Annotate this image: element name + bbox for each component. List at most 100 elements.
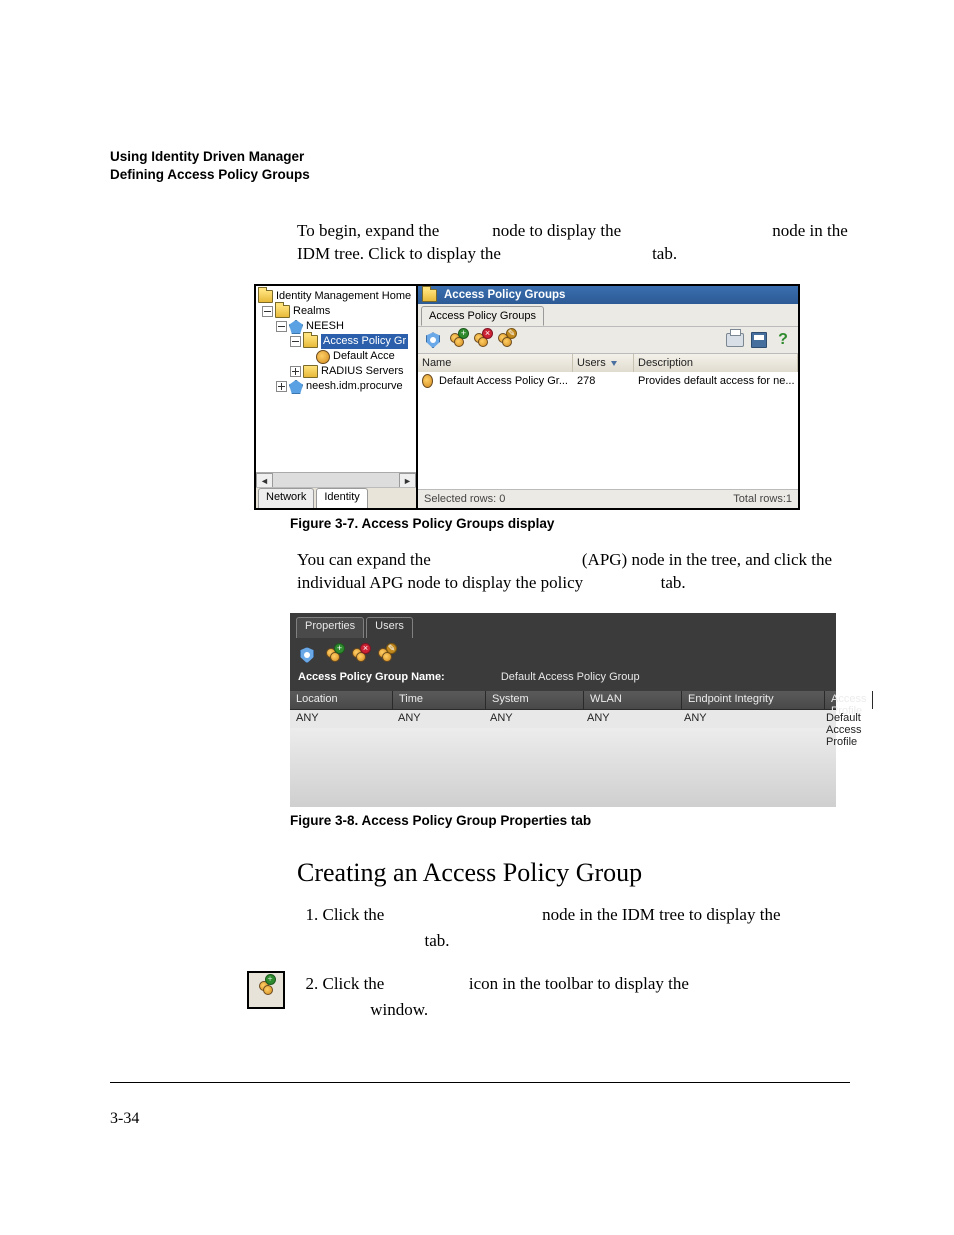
realm-icon <box>289 380 303 394</box>
refresh-policies-icon[interactable] <box>424 331 442 349</box>
status-total-rows: Total rows:1 <box>733 493 792 505</box>
nav-tree[interactable]: Identity Management Home Realms NEESH <box>256 286 416 394</box>
column-name[interactable]: Name <box>418 354 573 372</box>
column-access-profile[interactable]: Access Profile <box>825 691 873 709</box>
apg-node-name: Access Policy Group <box>624 221 768 240</box>
horizontal-scrollbar[interactable]: ◄ ► <box>256 472 416 488</box>
text: icon in the toolbar to display the <box>469 974 693 993</box>
text: tab. <box>425 931 450 950</box>
figure-3-8: Properties Users + × ✎ Access Policy Gro… <box>290 613 836 807</box>
export-icon[interactable] <box>750 331 768 349</box>
delete-policy-icon[interactable]: × <box>472 331 490 349</box>
apg-node-name: Access Policy Groups <box>388 905 538 924</box>
mid-paragraph: You can expand the Access Policy Group (… <box>297 549 850 595</box>
folder-icon <box>303 365 318 378</box>
add-policy-icon[interactable]: + <box>448 331 466 349</box>
help-icon[interactable]: ? <box>774 331 792 349</box>
print-icon[interactable] <box>726 331 744 349</box>
header-line-2: Defining Access Policy Groups <box>110 166 850 184</box>
edit-rule-icon[interactable]: ✎ <box>376 646 394 664</box>
realm-icon <box>289 320 303 334</box>
tree-tab-strip: Network Identity <box>256 487 416 508</box>
content-title: Access Policy Groups <box>444 289 565 301</box>
cell-access-profile: Default Access Profile <box>820 710 867 728</box>
step-1: Click the Access Policy Groups node in t… <box>323 902 851 953</box>
collapse-icon[interactable] <box>276 321 287 332</box>
table-row[interactable]: ANY ANY ANY ANY ANY Default Access Profi… <box>290 710 836 728</box>
margin-add-policy-icon: + <box>247 971 285 1009</box>
delete-rule-icon[interactable]: × <box>350 646 368 664</box>
scroll-left-icon[interactable]: ◄ <box>256 473 273 488</box>
page-number: 3-34 <box>110 1110 139 1235</box>
apg-name-value: Default Access Policy Group <box>501 671 640 683</box>
intro-paragraph: To begin, expand the Realm node to displ… <box>297 220 850 266</box>
cell-time: ANY <box>392 710 484 728</box>
header-line-1: Using Identity Driven Manager <box>110 148 850 166</box>
tree-label-selected: Access Policy Gr <box>321 334 408 349</box>
refresh-policies-icon[interactable] <box>298 646 316 664</box>
tree-label: Identity Management Home <box>276 289 411 304</box>
collapse-icon[interactable] <box>290 336 301 347</box>
column-location[interactable]: Location <box>290 691 393 709</box>
tree-label: Default Acce <box>333 349 395 364</box>
column-wlan[interactable]: WLAN <box>584 691 682 709</box>
tab-identity[interactable]: Identity <box>316 488 367 508</box>
column-system[interactable]: System <box>486 691 584 709</box>
tree-node-neesh-idm[interactable]: neesh.idm.procurve <box>258 379 414 394</box>
cell-users: 278 <box>573 372 634 390</box>
edit-policy-icon[interactable]: ✎ <box>496 331 514 349</box>
tree-node-neesh[interactable]: NEESH <box>258 319 414 334</box>
add-rule-icon[interactable]: + <box>324 646 342 664</box>
content-toolbar: + × ✎ ? <box>418 326 798 354</box>
nav-tree-pane: Identity Management Home Realms NEESH <box>256 286 418 508</box>
steps-list: Click the Access Policy Groups node in t… <box>297 902 850 1022</box>
properties-toolbar: + × ✎ <box>290 639 836 669</box>
tab-properties[interactable]: Properties <box>296 617 364 638</box>
tab-network[interactable]: Network <box>258 488 314 508</box>
cell-text: Default Access Policy Gr... <box>439 375 568 387</box>
tree-label: neesh.idm.procurve <box>306 379 403 394</box>
policy-group-icon <box>316 350 330 364</box>
grid-header: Name Users Description <box>418 354 798 373</box>
status-selected-rows: Selected rows: 0 <box>424 493 505 505</box>
text: node to display the <box>492 221 624 240</box>
cell-description: Provides default access for ne... <box>634 372 798 390</box>
apg-tab-name: Access Policy Group <box>504 244 648 263</box>
add-policy-label: Add Policy <box>388 974 465 993</box>
expand-icon[interactable] <box>290 366 301 377</box>
tab-users[interactable]: Users <box>366 617 413 638</box>
apg-name-row: Access Policy Group Name: Default Access… <box>290 669 836 689</box>
grid-body: Default Access Policy Gr... 278 Provides… <box>418 372 798 490</box>
text: To begin, expand the <box>297 221 444 240</box>
text: node in the IDM tree to display the <box>542 905 784 924</box>
rules-grid-header: Location Time System WLAN Endpoint Integ… <box>290 691 836 710</box>
tree-node-radius[interactable]: RADIUS Servers <box>258 364 414 379</box>
table-row[interactable]: Default Access Policy Gr... 278 Provides… <box>418 372 798 390</box>
column-users[interactable]: Users <box>573 354 634 372</box>
text: Click the <box>323 974 388 993</box>
tree-node-default-apg[interactable]: Default Acce <box>258 349 414 364</box>
step-2: + Click the Add Policy icon in the toolb… <box>323 971 851 1022</box>
text: tab. <box>652 244 677 263</box>
rules-grid: Location Time System WLAN Endpoint Integ… <box>290 691 836 807</box>
folder-open-icon <box>275 305 290 318</box>
collapse-icon[interactable] <box>262 306 273 317</box>
expand-icon[interactable] <box>276 381 287 392</box>
content-pane: Access Policy Groups Access Policy Group… <box>418 286 798 508</box>
tree-node-realms[interactable]: Realms <box>258 304 414 319</box>
apg-label: Access Policy Group <box>434 550 578 569</box>
folder-open-icon <box>422 289 437 302</box>
scroll-right-icon[interactable]: ► <box>399 473 416 488</box>
column-time[interactable]: Time <box>393 691 486 709</box>
column-description[interactable]: Description <box>634 354 798 372</box>
tree-label: RADIUS Servers <box>321 364 404 379</box>
text: You can expand the <box>297 550 434 569</box>
tab-access-policy-groups[interactable]: Access Policy Groups <box>421 306 544 326</box>
cell-location: ANY <box>290 710 392 728</box>
tree-node-apg[interactable]: Access Policy Gr <box>258 334 414 349</box>
folder-open-icon <box>303 335 318 348</box>
column-endpoint-integrity[interactable]: Endpoint Integrity <box>682 691 825 709</box>
content-title-bar: Access Policy Groups <box>418 286 798 304</box>
section-heading: Creating an Access Policy Group <box>297 858 850 888</box>
text: Click the <box>323 905 388 924</box>
